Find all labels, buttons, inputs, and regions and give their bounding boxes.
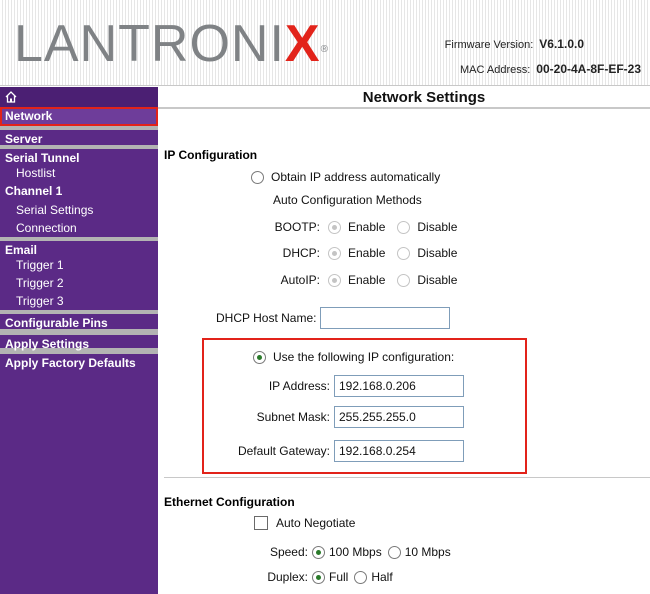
header-banner: LANTRONIX® Firmware Version: V6.1.0.0 MAC… [0, 0, 650, 86]
dhcp-enable-label: Enable [348, 246, 386, 260]
firmware-label: Firmware Version: [444, 39, 534, 51]
dhcp-enable-radio[interactable] [328, 246, 341, 260]
sidebar-item-network[interactable]: Network [0, 107, 158, 126]
gateway-label: Default Gateway: [237, 444, 330, 458]
duplex-label: Duplex: [267, 570, 308, 584]
use-following-label: Use the following IP configuration: [273, 350, 455, 364]
bootp-disable-label: Disable [417, 220, 458, 234]
speed-label: Speed: [269, 545, 308, 559]
gateway-input[interactable]: 192.168.0.254 [334, 440, 464, 462]
section-divider [164, 477, 650, 478]
sidebar-item-configurable-pins[interactable]: Configurable Pins [0, 310, 158, 330]
lantronix-logo: LANTRONIX® [14, 14, 329, 74]
duplex-full-radio[interactable] [312, 570, 325, 584]
use-following-row[interactable]: Use the following IP configuration: [253, 350, 454, 364]
sidebar-nav: Network Server Serial Tunnel Hostlist Ch… [0, 87, 158, 594]
page-title: Network Settings [158, 87, 650, 109]
dhcp-row: DHCP: Enable Disable [270, 246, 469, 260]
autoip-label: AutoIP: [280, 273, 320, 287]
dhcp-host-row: DHCP Host Name: [216, 307, 451, 329]
logo-registered-mark: ® [320, 44, 329, 55]
sidebar-item-trigger-3[interactable]: Trigger 3 [0, 292, 158, 310]
autoip-row: AutoIP: Enable Disable [270, 273, 469, 287]
ip-address-label: IP Address: [268, 379, 330, 393]
logo-text: LANTRONIX [14, 15, 321, 73]
sidebar-item-connection[interactable]: Connection [0, 219, 158, 237]
sidebar-item-channel-1[interactable]: Channel 1 [0, 182, 158, 201]
ip-address-row: IP Address: 192.168.0.206 [214, 375, 464, 397]
sidebar-item-server[interactable]: Server [0, 126, 158, 146]
speed-100-label: 100 Mbps [329, 545, 382, 559]
dhcp-label: DHCP: [282, 246, 320, 260]
sidebar-item-serial-settings[interactable]: Serial Settings [0, 201, 158, 219]
duplex-full-label: Full [329, 570, 349, 584]
autoip-enable-label: Enable [348, 273, 386, 287]
bootp-row: BOOTP: Enable Disable [270, 220, 469, 234]
bootp-enable-label: Enable [348, 220, 386, 234]
subnet-label: Subnet Mask: [256, 410, 330, 424]
autoip-enable-radio[interactable] [328, 273, 341, 287]
auto-negotiate-label: Auto Negotiate [276, 516, 356, 530]
speed-10-label: 10 Mbps [404, 545, 451, 559]
ethernet-config-heading: Ethernet Configuration [164, 495, 295, 509]
use-following-radio[interactable] [253, 350, 266, 364]
gateway-row: Default Gateway: 192.168.0.254 [214, 440, 464, 462]
autoip-disable-radio[interactable] [397, 273, 411, 287]
dhcp-disable-radio[interactable] [397, 246, 411, 260]
mac-label: MAC Address: [459, 64, 531, 76]
dhcp-host-input[interactable] [320, 307, 451, 329]
subnet-row: Subnet Mask: 255.255.255.0 [214, 406, 464, 428]
duplex-half-radio[interactable] [354, 570, 368, 584]
autoip-disable-label: Disable [417, 273, 458, 287]
logo-x-letter: X [284, 15, 321, 73]
home-icon [5, 91, 17, 103]
obtain-auto-radio[interactable] [251, 170, 264, 184]
firmware-value: V6.1.0.0 [539, 37, 584, 51]
obtain-auto-label: Obtain IP address automatically [271, 170, 441, 184]
ip-config-heading: IP Configuration [164, 148, 258, 162]
auto-negotiate-row[interactable]: Auto Negotiate [254, 516, 355, 530]
auto-methods-label: Auto Configuration Methods [273, 193, 422, 207]
mac-value: 00-20-4A-8F-EF-23 [536, 62, 641, 76]
duplex-row: Duplex: Full Half [258, 570, 405, 584]
sidebar-item-trigger-2[interactable]: Trigger 2 [0, 274, 158, 292]
bootp-enable-radio[interactable] [328, 220, 341, 234]
ip-address-input[interactable]: 192.168.0.206 [334, 375, 464, 397]
sidebar-item-email[interactable]: Email [0, 237, 158, 257]
firmware-version: Firmware Version: V6.1.0.0 [445, 37, 584, 51]
sidebar-item-trigger-1[interactable]: Trigger 1 [0, 256, 158, 274]
auto-negotiate-checkbox[interactable] [254, 516, 268, 530]
home-link[interactable] [0, 87, 158, 107]
duplex-half-label: Half [371, 570, 393, 584]
speed-10-radio[interactable] [387, 545, 401, 559]
mac-address: MAC Address: 00-20-4A-8F-EF-23 [460, 62, 641, 76]
speed-row: Speed: 100 Mbps 10 Mbps [258, 545, 463, 559]
dhcp-host-label: DHCP Host Name: [216, 311, 317, 325]
speed-100-radio[interactable] [312, 545, 325, 559]
bootp-disable-radio[interactable] [397, 220, 411, 234]
bootp-label: BOOTP: [274, 220, 320, 234]
obtain-auto-row[interactable]: Obtain IP address automatically [251, 170, 440, 184]
subnet-input[interactable]: 255.255.255.0 [334, 406, 464, 428]
dhcp-disable-label: Disable [417, 246, 458, 260]
